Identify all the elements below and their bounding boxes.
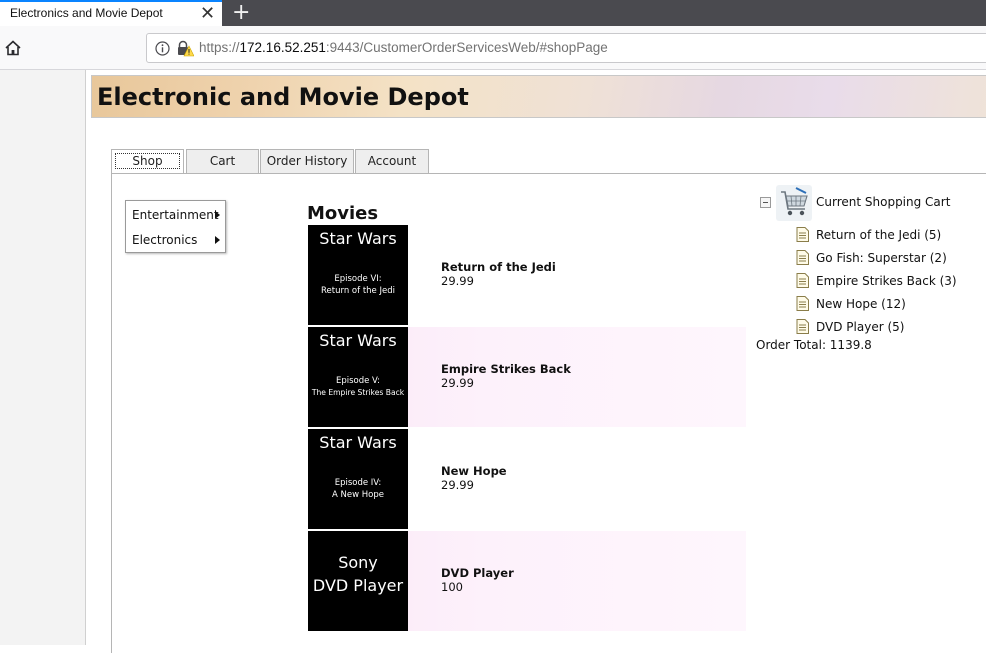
url-scheme: https:// — [199, 40, 240, 55]
product-name[interactable]: Empire Strikes Back — [441, 362, 571, 376]
site-banner: Electronic and Movie Depot — [91, 75, 986, 118]
menu-item-label: Entertainment — [132, 208, 219, 222]
cart-title[interactable]: Current Shopping Cart — [816, 195, 950, 209]
tab-label: Cart — [209, 154, 236, 168]
submenu-arrow-icon — [215, 236, 220, 244]
url-host: 172.16.52.251 — [239, 40, 326, 55]
menu-item-label: Electronics — [132, 233, 198, 247]
menu-item-entertainment[interactable]: Entertainment — [132, 208, 220, 222]
cover-title-line: Sony — [338, 553, 378, 572]
cart-item-label: Go Fish: Superstar (2) — [816, 251, 947, 265]
browser-tab-strip: Electronics and Movie Depot ✕ + — [0, 0, 986, 26]
url-path: :9443/CustomerOrderServicesWeb/#shopPage — [325, 40, 608, 55]
cover-title-line: DVD Player — [312, 576, 404, 595]
home-icon[interactable] — [4, 39, 22, 57]
url-text[interactable]: https://172.16.52.251:9443/CustomerOrder… — [199, 40, 608, 55]
web-page: Electronic and Movie Depot Shop Cart Ord… — [0, 70, 986, 653]
insecure-lock-icon[interactable] — [176, 40, 194, 57]
cover-subtitle-line: Episode VI: — [334, 274, 382, 284]
document-icon — [796, 273, 809, 288]
cart-item-label: New Hope (12) — [816, 297, 906, 311]
product-price: 29.99 — [441, 478, 474, 492]
product-cover[interactable]: Star Wars Episode IV: A New Hope — [308, 429, 408, 529]
tab-shop[interactable]: Shop — [111, 149, 184, 173]
site-title: Electronic and Movie Depot — [97, 83, 469, 111]
order-total: Order Total: 1139.8 — [756, 338, 872, 352]
cover-title: Star Wars — [319, 229, 397, 248]
category-menu: Entertainment Electronics — [125, 200, 226, 253]
product-price: 100 — [441, 580, 463, 594]
menu-item-electronics[interactable]: Electronics — [132, 233, 220, 247]
cover-subtitle-line: Return of the Jedi — [321, 286, 395, 296]
tab-cart[interactable]: Cart — [186, 149, 259, 173]
info-icon[interactable] — [155, 41, 170, 56]
tab-label: Shop — [115, 153, 180, 169]
close-icon[interactable]: ✕ — [200, 3, 215, 24]
cart-item-label: Return of the Jedi (5) — [816, 228, 942, 242]
cover-subtitle-line: Episode V: — [335, 376, 381, 386]
cover-title: Star Wars — [319, 433, 397, 452]
tab-account[interactable]: Account — [355, 149, 429, 173]
shopping-cart-icon — [776, 185, 812, 221]
collapse-icon[interactable] — [760, 197, 771, 208]
browser-toolbar: https://172.16.52.251:9443/CustomerOrder… — [0, 26, 986, 70]
document-icon — [796, 250, 809, 265]
tab-order-history[interactable]: Order History — [260, 149, 354, 173]
product-name[interactable]: Return of the Jedi — [441, 260, 556, 274]
cover-title: Sony DVD Player — [308, 551, 408, 597]
browser-tab-title: Electronics and Movie Depot — [10, 6, 163, 20]
cover-subtitle: Episode V: The Empire Strikes Back — [308, 375, 408, 399]
product-cover[interactable]: Star Wars Episode V: The Empire Strikes B… — [308, 327, 408, 427]
cover-title: Star Wars — [319, 331, 397, 350]
page-gutter — [0, 70, 86, 645]
product-price: 29.99 — [441, 376, 474, 390]
cover-subtitle-line: Episode IV: — [334, 478, 382, 488]
cover-subtitle-line: A New Hope — [332, 490, 384, 500]
document-icon — [796, 227, 809, 242]
tab-label: Order History — [266, 154, 348, 168]
submenu-arrow-icon — [215, 211, 220, 219]
browser-tab[interactable]: Electronics and Movie Depot ✕ — [0, 0, 222, 26]
cover-subtitle: Episode VI: Return of the Jedi — [308, 273, 408, 297]
cover-subtitle: Episode IV: A New Hope — [308, 477, 408, 501]
product-name[interactable]: DVD Player — [441, 566, 514, 580]
section-title: Movies — [307, 203, 379, 224]
document-icon — [796, 319, 809, 334]
cover-subtitle-line: The Empire Strikes Back — [311, 388, 405, 397]
product-item[interactable]: Sony DVD Player DVD Player 100 — [308, 531, 746, 631]
plus-icon[interactable]: + — [232, 0, 250, 25]
cart-item-label: Empire Strikes Back (3) — [816, 274, 957, 288]
product-item[interactable]: Star Wars Episode IV: A New Hope New Hope… — [308, 429, 746, 529]
product-price: 29.99 — [441, 274, 474, 288]
document-icon — [796, 296, 809, 311]
product-item[interactable]: Star Wars Episode V: The Empire Strikes B… — [308, 327, 746, 427]
tab-label: Account — [367, 154, 417, 168]
url-bar[interactable]: https://172.16.52.251:9443/CustomerOrder… — [146, 33, 986, 63]
cart-item-label: DVD Player (5) — [816, 320, 905, 334]
product-item[interactable]: Star Wars Episode VI: Return of the Jedi … — [308, 225, 746, 325]
product-name[interactable]: New Hope — [441, 464, 507, 478]
product-cover[interactable]: Sony DVD Player — [308, 531, 408, 631]
product-cover[interactable]: Star Wars Episode VI: Return of the Jedi — [308, 225, 408, 325]
